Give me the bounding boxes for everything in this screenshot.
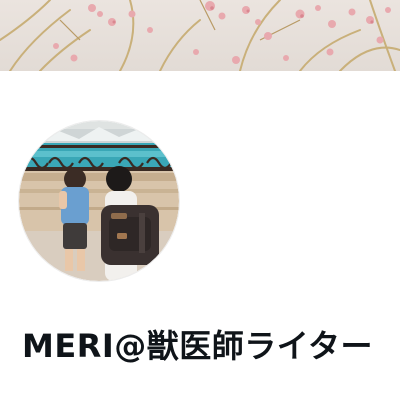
profile-display-name: MERI@獣医師ライター [22,327,373,365]
profile-photo-icon [19,121,179,281]
profile-avatar[interactable] [19,121,179,281]
profile-page: MERI@獣医師ライター [0,0,400,400]
cherry-blossom-banner-icon [0,0,400,71]
header-banner-image[interactable] [0,0,400,71]
